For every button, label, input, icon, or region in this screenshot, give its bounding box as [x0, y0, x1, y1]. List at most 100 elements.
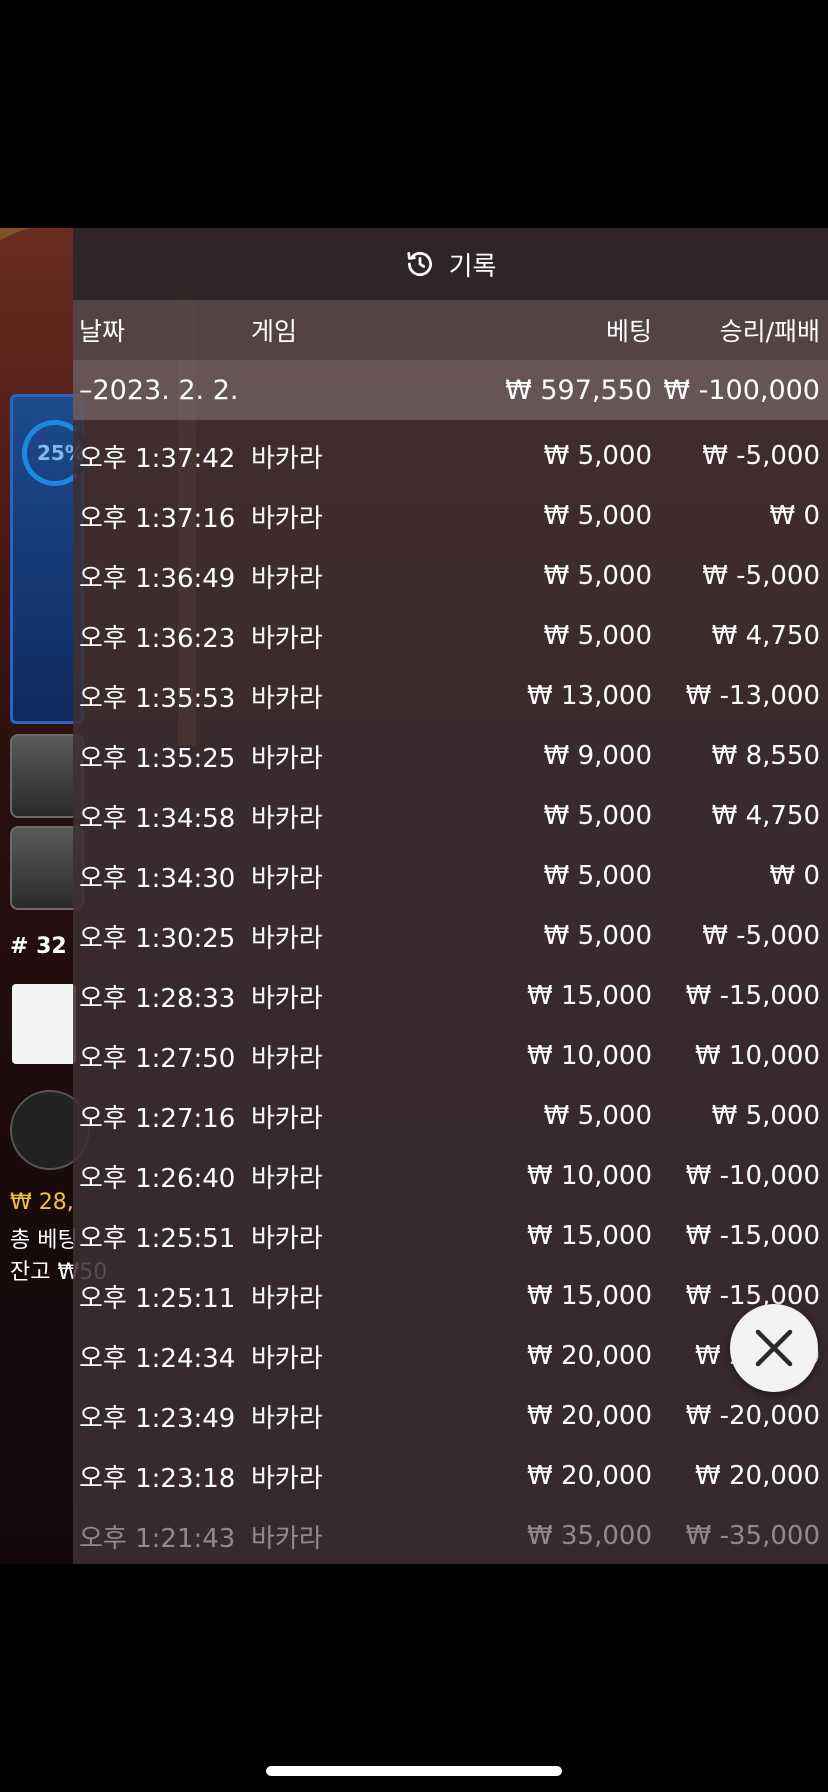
history-row[interactable]: 오후 1:28:33 바카라 ₩ 15,000 ₩ -15,000 — [73, 966, 828, 1026]
col-date: 날짜 — [79, 317, 126, 346]
row-time: 오후 1:34:58 — [79, 803, 236, 834]
history-row[interactable]: 오후 1:27:16 바카라 ₩ 5,000 ₩ 5,000 — [73, 1086, 828, 1146]
row-result: ₩ 5,000 — [711, 1101, 820, 1131]
row-result: ₩ 0 — [769, 861, 820, 891]
row-game: 바카라 — [251, 1043, 323, 1074]
row-game: 바카라 — [251, 1463, 323, 1494]
row-bet: ₩ 15,000 — [527, 981, 652, 1011]
row-result: ₩ 4,750 — [711, 621, 820, 651]
row-time: 오후 1:23:18 — [79, 1463, 236, 1494]
history-icon — [406, 252, 432, 276]
history-row[interactable]: 오후 1:37:42 바카라 ₩ 5,000 ₩ -5,000 — [73, 426, 828, 486]
row-result: ₩ -13,000 — [685, 681, 820, 711]
row-game: 바카라 — [251, 983, 323, 1014]
row-time: 오후 1:37:42 — [79, 443, 236, 474]
row-bet: ₩ 5,000 — [543, 921, 652, 951]
row-result: ₩ -15,000 — [685, 981, 820, 1011]
round-number: # 32 — [10, 934, 67, 959]
row-time: 오후 1:35:53 — [79, 683, 236, 714]
row-game: 바카라 — [251, 443, 323, 474]
row-bet: ₩ 15,000 — [527, 1221, 652, 1251]
col-game: 게임 — [251, 317, 298, 346]
row-time: 오후 1:24:34 — [79, 1343, 236, 1374]
history-row[interactable]: 오후 1:21:43 바카라 ₩ 35,000 ₩ -35,000 — [73, 1506, 828, 1566]
history-row[interactable]: 오후 1:27:50 바카라 ₩ 10,000 ₩ 10,000 — [73, 1026, 828, 1086]
history-row[interactable]: 오후 1:24:34바카라₩ 20,000₩ 20,000 — [73, 1326, 828, 1386]
row-game: 바카라 — [251, 743, 323, 774]
date-group-row[interactable]: –2023. 2. 2. ₩ 597,550 ₩ -100,000 — [73, 360, 828, 420]
row-bet: ₩ 5,000 — [543, 1101, 652, 1131]
row-bet: ₩ 5,000 — [543, 861, 652, 891]
row-bet: ₩ 13,000 — [527, 681, 652, 711]
row-bet: ₩ 35,000 — [527, 1521, 652, 1551]
history-row[interactable]: 오후 1:36:49 바카라 ₩ 5,000 ₩ -5,000 — [73, 546, 828, 606]
row-time: 오후 1:27:50 — [79, 1043, 236, 1074]
row-result: ₩ 20,000 — [695, 1461, 820, 1491]
date-group-result: ₩ -100,000 — [663, 374, 820, 406]
history-row[interactable]: 오후 1:23:49 바카라 ₩ 20,000 ₩ -20,000 — [73, 1386, 828, 1446]
history-row[interactable]: 오후 1:37:16 바카라 ₩ 5,000 ₩ 0 — [73, 486, 828, 546]
row-bet: ₩ 20,000 — [527, 1461, 652, 1491]
row-bet: ₩ 5,000 — [543, 501, 652, 531]
row-result: ₩ -20,000 — [685, 1401, 820, 1431]
row-bet: ₩ 10,000 — [527, 1161, 652, 1191]
panel-header: 기록 — [73, 228, 828, 300]
date-group-label: –2023. 2. 2. — [79, 374, 239, 406]
home-indicator[interactable] — [266, 1766, 562, 1776]
row-game: 바카라 — [251, 1283, 323, 1314]
row-time: 오후 1:27:16 — [79, 1103, 236, 1134]
row-game: 바카라 — [251, 863, 323, 894]
row-bet: ₩ 10,000 — [527, 1041, 652, 1071]
row-game: 바카라 — [251, 1103, 323, 1134]
history-row[interactable]: 오후 1:34:58 바카라 ₩ 5,000 ₩ 4,750 — [73, 786, 828, 846]
row-time: 오후 1:21:43 — [79, 1523, 236, 1554]
row-result: ₩ -10,000 — [685, 1161, 820, 1191]
history-row[interactable]: 오후 1:36:23 바카라 ₩ 5,000 ₩ 4,750 — [73, 606, 828, 666]
history-row[interactable]: 오후 1:25:11 바카라 ₩ 15,000 ₩ -15,000 — [73, 1266, 828, 1326]
history-row[interactable]: 오후 1:23:18 바카라 ₩ 20,000 ₩ 20,000 — [73, 1446, 828, 1506]
history-row[interactable]: 오후 1:25:51 바카라 ₩ 15,000 ₩ -15,000 — [73, 1206, 828, 1266]
row-time: 오후 1:35:25 — [79, 743, 236, 774]
row-game: 바카라 — [251, 563, 323, 594]
row-time: 오후 1:30:25 — [79, 923, 236, 954]
row-game: 바카라 — [251, 1223, 323, 1254]
row-result: ₩ 8,550 — [711, 741, 820, 771]
row-result: ₩ 10,000 — [695, 1041, 820, 1071]
row-game: 바카라 — [251, 1403, 323, 1434]
row-result: ₩ -5,000 — [702, 441, 820, 471]
history-row[interactable]: 오후 1:30:25 바카라 ₩ 5,000 ₩ -5,000 — [73, 906, 828, 966]
row-result: ₩ -5,000 — [702, 561, 820, 591]
road-map — [12, 984, 76, 1064]
row-time: 오후 1:34:30 — [79, 863, 236, 894]
column-headers: 날짜 게임 베팅 승리/패배 — [73, 300, 828, 360]
row-game: 바카라 — [251, 623, 323, 654]
history-row[interactable]: 오후 1:26:40 바카라 ₩ 10,000 ₩ -10,000 — [73, 1146, 828, 1206]
balance-partial: ₩ 28, — [10, 1190, 74, 1215]
total-bet-label: 총 베팅 — [10, 1228, 78, 1253]
row-time: 오후 1:25:11 — [79, 1283, 236, 1314]
col-bet: 베팅 — [605, 317, 652, 346]
row-result: ₩ -15,000 — [685, 1221, 820, 1251]
row-time: 오후 1:26:40 — [79, 1163, 236, 1194]
history-row[interactable]: 오후 1:34:30 바카라 ₩ 5,000 ₩ 0 — [73, 846, 828, 906]
close-button[interactable] — [730, 1304, 818, 1392]
row-bet: ₩ 20,000 — [527, 1341, 652, 1371]
row-game: 바카라 — [251, 923, 323, 954]
screen: 25% # 32 ₩ 28, 총 베팅 잔고 ₩50 기록 날짜 게임 베팅 승… — [0, 0, 828, 1792]
row-result: ₩ -5,000 — [702, 921, 820, 951]
row-bet: ₩ 5,000 — [543, 621, 652, 651]
date-group-bet: ₩ 597,550 — [505, 374, 652, 406]
history-row[interactable]: 오후 1:35:25 바카라 ₩ 9,000 ₩ 8,550 — [73, 726, 828, 786]
row-time: 오후 1:25:51 — [79, 1223, 236, 1254]
row-time: 오후 1:28:33 — [79, 983, 236, 1014]
history-panel: 기록 날짜 게임 베팅 승리/패배 –2023. 2. 2. ₩ 597,550… — [73, 228, 828, 1564]
row-game: 바카라 — [251, 503, 323, 534]
row-result: ₩ -35,000 — [685, 1521, 820, 1551]
row-bet: ₩ 5,000 — [543, 441, 652, 471]
row-time: 오후 1:36:23 — [79, 623, 236, 654]
col-win-loss: 승리/패배 — [719, 317, 820, 346]
history-row[interactable]: 오후 1:35:53 바카라 ₩ 13,000 ₩ -13,000 — [73, 666, 828, 726]
row-time: 오후 1:36:49 — [79, 563, 236, 594]
history-list: 오후 1:37:42 바카라 ₩ 5,000 ₩ -5,000 오후 1:37:16 바카… — [73, 426, 828, 1566]
row-time: 오후 1:23:49 — [79, 1403, 236, 1434]
